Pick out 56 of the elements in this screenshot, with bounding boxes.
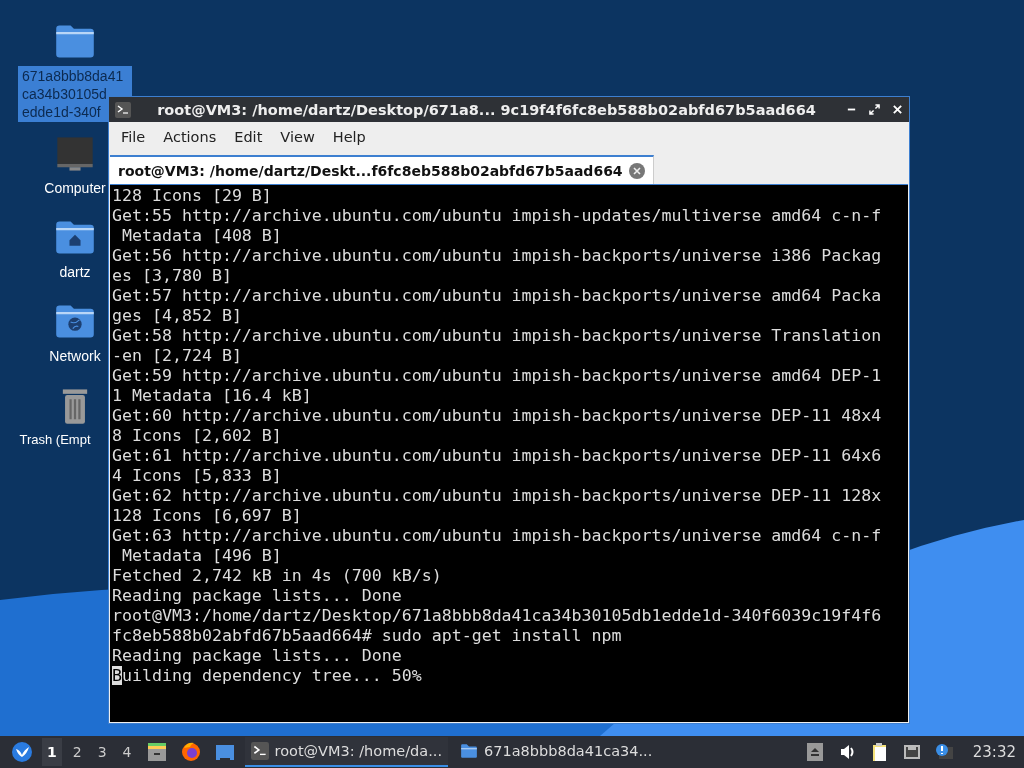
terminal-line: root@VM3:/home/dartz/Desktop/671a8bbb8da41ca34b30105db1edde1d-340f6039c19f4f6 [112,606,882,626]
terminal-line: Get:61 http://archive.ubuntu.com/ubuntu impish-backports/universe DEP-11 64x6 [112,446,882,466]
icon-label[interactable]: Network [45,346,105,366]
terminal-line: 8 Icons [2,602 B] [112,426,282,446]
terminal-line: Get:63 http://archive.ubuntu.com/ubuntu impish-backports/universe amd64 c-n-f [112,526,882,546]
workspace-button[interactable]: 1 [42,738,62,766]
task-button[interactable]: root@VM3: /home/da... [244,737,449,767]
task-button[interactable]: 671a8bbb8da41ca34... [454,737,659,767]
workspace-button[interactable]: 3 [92,738,112,766]
close-icon[interactable] [892,104,903,115]
workspace-button[interactable]: 4 [117,738,137,766]
terminal-line: Get:55 http://archive.ubuntu.com/ubuntu impish-updates/multiverse amd64 c-n-f [112,206,882,226]
terminal-line: Get:56 http://archive.ubuntu.com/ubuntu impish-backports/universe i386 Packag [112,246,882,266]
notification-icon[interactable] [934,743,953,761]
terminal-icon [250,742,269,760]
terminal-line: 1 Metadata [16.4 kB] [112,386,312,406]
menu-item[interactable]: Edit [225,129,272,145]
terminal-line: es [3,780 B] [112,266,232,286]
terminal-line: Get:58 http://archive.ubuntu.com/ubuntu impish-backports/universe Translation [112,326,882,346]
terminal-line: Reading package lists... Done [112,586,402,606]
terminal-line: Reading package lists... Done [112,646,402,666]
terminal-line: Get:60 http://archive.ubuntu.com/ubuntu impish-backports/universe DEP-11 48x4 [112,406,882,426]
menu-item[interactable]: File [112,129,155,145]
terminal-icon [115,101,131,118]
browser-icon[interactable] [179,741,202,763]
wired-network-icon[interactable] [902,743,921,761]
terminal-line: Get:59 http://archive.ubuntu.com/ubuntu impish-backports/universe amd64 DEP-1 [112,366,882,386]
icon-label[interactable]: Computer [40,178,110,198]
clipboard-icon[interactable] [870,743,889,761]
terminal-line: 4 Icons [5,833 B] [112,466,282,486]
terminal-line: Building dependency tree... 50% [112,666,422,686]
terminal-line: fc8eb588b02abfd67b5aad664# sudo apt-get install npm [112,626,622,646]
window-title: root@VM3: /home/dartz/Desktop/671a8... 9c19f4f6fc8eb588b02abfd67b5aad664 [156,101,817,118]
workspace-button[interactable]: 2 [67,738,87,766]
terminal-line: Fetched 2,742 kB in 4s (700 kB/s) [112,566,442,586]
terminal-line: 128 Icons [6,697 B] [112,506,302,526]
icon-label[interactable]: 671a8bbb8da41 ca34b30105d edde1d-340f [18,66,132,122]
eject-icon[interactable] [806,743,825,761]
terminal-line: Metadata [408 B] [121,226,282,246]
clock[interactable]: 23:32 [972,743,1016,761]
terminal-line: 128 Icons [29 B] [112,186,272,206]
menu-item[interactable]: Help [323,129,375,145]
menu-item[interactable]: View [271,129,324,145]
terminal-tab[interactable]: root@VM3: /home/dartz/Deskt...f6fc8eb588b02abfd67b5aad664 [110,155,654,184]
terminal-line: -en [2,724 B] [112,346,242,366]
menu-item[interactable]: Actions [154,129,226,145]
terminal-line: Get:57 http://archive.ubuntu.com/ubuntu impish-backports/universe amd64 Packa [112,286,882,306]
file-cabinet-icon[interactable] [145,741,168,763]
terminal-line: ges [4,852 B] [112,306,242,326]
icon-label[interactable]: dartz [55,262,95,282]
terminal-line: Get:62 http://archive.ubuntu.com/ubuntu impish-backports/universe DEP-11 128x [112,486,882,506]
maximize-icon[interactable] [869,104,880,115]
folder-icon [460,742,479,760]
terminal-line: Metadata [496 B] [121,546,282,566]
start-menu-icon[interactable] [11,741,33,763]
icon-label[interactable]: Trash (Empt [19,430,91,450]
